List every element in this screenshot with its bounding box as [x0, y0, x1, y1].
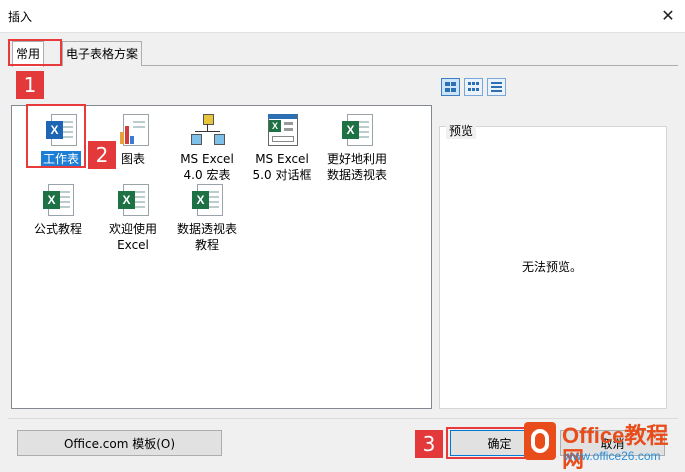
item-label: 更好地利用 数据透视表 [326, 152, 387, 182]
item-formula-tutorial[interactable]: X 公式教程 [20, 182, 96, 237]
item-pivot-tutorial[interactable]: X 数据透视表 教程 [169, 182, 245, 253]
excel-template-icon: X [116, 182, 150, 218]
close-button[interactable]: ✕ [656, 4, 680, 28]
annotation-badge-2: 2 [88, 141, 116, 169]
no-preview-text: 无法预览。 [521, 260, 582, 274]
item-excel5-dialog[interactable]: X MS Excel 5.0 对话框 [244, 112, 320, 183]
item-excel4-macro[interactable]: MS Excel 4.0 宏表 [169, 112, 245, 183]
item-label: MS Excel 5.0 对话框 [252, 152, 312, 182]
excel-template-icon: X [190, 182, 224, 218]
item-welcome-excel[interactable]: X 欢迎使用 Excel [95, 182, 171, 253]
item-label: MS Excel 4.0 宏表 [180, 152, 234, 182]
details-view-button[interactable] [487, 78, 506, 96]
office-templates-button[interactable]: Office.com 模板(O) [17, 430, 222, 456]
watermark-url: www.office26.com [564, 449, 661, 463]
item-better-pivot[interactable]: X 更好地利用 数据透视表 [319, 112, 395, 183]
watermark-brand: Office教程网 [562, 423, 669, 472]
list-view-button[interactable] [464, 78, 483, 96]
footer-separator [8, 418, 678, 419]
annotation-badge-3: 3 [415, 430, 443, 458]
office-logo-icon [524, 422, 556, 460]
excel-template-icon: X [41, 182, 75, 218]
highlight-box-tab [8, 39, 62, 66]
highlight-box-worksheet [26, 104, 86, 168]
chart-icon [116, 112, 150, 148]
dialog-title: 插入 [8, 10, 33, 24]
tab-spreadsheet-solutions[interactable]: 电子表格方案 [62, 41, 143, 66]
title-bar [0, 0, 685, 33]
preview-label: 预览 [446, 122, 477, 139]
item-label: 欢迎使用 Excel [108, 222, 157, 252]
annotation-badge-1: 1 [16, 71, 44, 99]
dialog-icon: X [265, 112, 299, 148]
macro-sheet-icon [190, 112, 225, 148]
item-label: 公式教程 [33, 222, 82, 236]
item-label: 数据透视表 教程 [176, 222, 237, 252]
large-icons-view-button[interactable] [441, 78, 460, 96]
excel-template-icon: X [340, 112, 374, 148]
